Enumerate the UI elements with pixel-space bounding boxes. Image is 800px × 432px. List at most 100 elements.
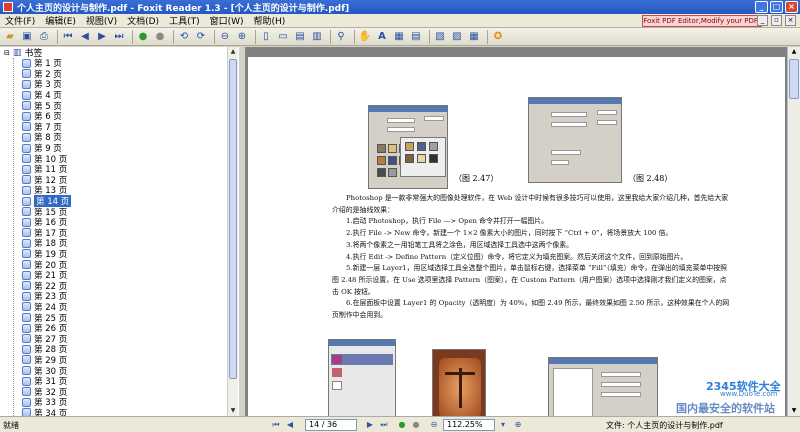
collapse-icon[interactable]: ⊟ [4, 49, 10, 57]
page-bookmark-icon [22, 111, 31, 121]
help-icon[interactable]: ✪ [491, 30, 505, 44]
document-scrollbar[interactable]: ▲ ▼ [787, 47, 800, 416]
continuous-icon[interactable]: ▥ [310, 30, 324, 44]
page-bookmark-icon [22, 58, 31, 68]
title-bar: 个人主页的设计与制作.pdf - Foxit Reader 1.3 - [个人主… [0, 0, 800, 14]
rotate-left-icon[interactable]: ⟲ [177, 30, 191, 44]
status-zoom-in-icon[interactable]: ⊕ [512, 419, 524, 431]
actual-size-icon[interactable]: ▯ [259, 30, 273, 44]
status-bar: 就绪 ⏮ ◀ 14 / 36 ▶ ⏭ ● ● ⊖ 112.25% ▾ ⊕ 文件:… [0, 416, 800, 432]
find-icon[interactable]: ⚲ [334, 30, 348, 44]
page-bookmark-icon [22, 154, 31, 164]
bookmark-panel: ⊟ ▥ 书签 第 1 页第 2 页第 3 页第 4 页第 5 页第 6 页第 7… [0, 47, 238, 416]
doc-paragraph: 1.启动 Photoshop，执行 File —> Open 命令并打开一幅图片… [346, 217, 549, 226]
menu-help[interactable]: 帮助(H) [249, 14, 291, 27]
status-forward-icon[interactable]: ● [410, 419, 422, 431]
pattern-result-image [432, 349, 486, 416]
doc-paragraph: 4.执行 Edit -> Define Pattern（定义位图）命令，将它定义… [346, 252, 688, 261]
page-number-field[interactable]: 14 / 36 [305, 419, 357, 431]
last-page-icon[interactable]: ⏭ [112, 30, 126, 44]
doc-scroll-up-icon[interactable]: ▲ [789, 47, 799, 57]
bookmark-list: 第 1 页第 2 页第 3 页第 4 页第 5 页第 6 页第 7 页第 8 页… [0, 58, 237, 416]
doc-paragraph: Photoshop 是一款非常强大的图像处理软件，在 Web 设计中时候有很多技… [332, 194, 729, 214]
page-bookmark-icon [22, 249, 31, 259]
status-first-page-icon[interactable]: ⏮ [270, 419, 282, 431]
doc-minimize-button[interactable]: _ [757, 15, 768, 26]
status-text: 就绪 [3, 421, 19, 430]
rotate-right-icon[interactable]: ⟳ [194, 30, 208, 44]
menu-document[interactable]: 文档(D) [122, 14, 164, 27]
doc-close-button[interactable]: × [785, 15, 796, 26]
doc-paragraph: 5.新建一层 Layer1，用区域选择工具全选整个图片，单击鼠标右键，选择菜单 … [332, 264, 728, 296]
page-bookmark-icon [22, 408, 31, 416]
sidebar-scroll-thumb[interactable] [229, 59, 237, 379]
doc-restore-button[interactable]: ▫ [771, 15, 782, 26]
status-back-icon[interactable]: ● [396, 419, 408, 431]
page-bookmark-icon [22, 366, 31, 376]
prev-page-icon[interactable]: ◀ [78, 30, 92, 44]
layers-panel-image [328, 339, 396, 416]
zoom-field[interactable]: 112.25% [443, 419, 495, 431]
status-zoom-out-icon[interactable]: ⊖ [428, 419, 440, 431]
page-bookmark-icon [22, 196, 31, 206]
page-bookmark-icon [22, 302, 31, 312]
page-bookmark-icon [22, 143, 31, 153]
doc-paragraph: 6.在层面板中设置 Layer1 的 Opacity（透明度）为 40%，如图 … [332, 299, 730, 320]
doc-scroll-down-icon[interactable]: ▼ [789, 406, 799, 416]
snapshot-icon[interactable]: ▦ [392, 30, 406, 44]
text-select-icon[interactable]: A [375, 30, 389, 44]
status-prev-page-icon[interactable]: ◀ [284, 419, 296, 431]
page-bookmark-icon [22, 185, 31, 195]
fit-page-icon[interactable]: ▭ [276, 30, 290, 44]
menu-tools[interactable]: 工具(T) [164, 14, 205, 27]
go-back-icon[interactable]: ● [136, 30, 150, 44]
figure-2-47-caption: （图 2.47） [454, 174, 499, 183]
app-icon [3, 2, 13, 12]
panel-splitter[interactable] [238, 47, 246, 416]
page-bookmark-icon [22, 291, 31, 301]
book-icon: ▥ [12, 47, 22, 58]
menu-window[interactable]: 窗口(W) [205, 14, 249, 27]
menu-view[interactable]: 视图(V) [81, 14, 122, 27]
layout-icon[interactable]: ▦ [467, 30, 481, 44]
go-forward-icon[interactable]: ● [153, 30, 167, 44]
pdf-page: （图 2.47） （图 2.48） Photoshop 是一款非常强大的图像处理… [248, 57, 785, 416]
document-scroll-thumb[interactable] [789, 59, 799, 99]
page-bookmark-icon [22, 122, 31, 132]
page-bookmark-icon [22, 101, 31, 111]
bookmark-label: 第 34 页 [34, 408, 68, 416]
promo-banner[interactable]: Foxit PDF Editor,Modify your PDF! [642, 15, 762, 27]
fit-width-icon[interactable]: ▤ [293, 30, 307, 44]
thumbnail-panel-icon[interactable]: ▨ [450, 30, 464, 44]
zoom-out-icon[interactable]: ⊖ [218, 30, 232, 44]
menu-file[interactable]: 文件(F) [0, 14, 40, 27]
page-bookmark-icon [22, 313, 31, 323]
text-viewer-icon[interactable]: ▤ [409, 30, 423, 44]
minimize-button[interactable]: _ [755, 1, 768, 13]
status-last-page-icon[interactable]: ⏭ [378, 419, 390, 431]
print-icon[interactable]: ⎙ [37, 30, 51, 44]
scroll-down-icon[interactable]: ▼ [228, 406, 238, 416]
close-button[interactable]: × [785, 1, 798, 13]
status-next-page-icon[interactable]: ▶ [364, 419, 376, 431]
page-bookmark-icon [22, 207, 31, 217]
zoom-in-icon[interactable]: ⊕ [235, 30, 249, 44]
maximize-button[interactable]: □ [770, 1, 783, 13]
save-icon[interactable]: ▣ [20, 30, 34, 44]
page-bookmark-icon [22, 69, 31, 79]
page-bookmark-icon [22, 387, 31, 397]
open-icon[interactable]: ▰ [3, 30, 17, 44]
document-view: （图 2.47） （图 2.48） Photoshop 是一款非常强大的图像处理… [246, 47, 787, 416]
menu-edit[interactable]: 编辑(E) [40, 14, 81, 27]
scroll-up-icon[interactable]: ▲ [228, 47, 238, 57]
next-page-icon[interactable]: ▶ [95, 30, 109, 44]
first-page-icon[interactable]: ⏮ [61, 30, 75, 44]
zoom-dropdown-icon[interactable]: ▾ [497, 419, 509, 431]
page-bookmark-icon [22, 270, 31, 280]
sidebar-scrollbar[interactable]: ▲ ▼ [227, 47, 238, 416]
bookmark-item[interactable]: 第 34 页 [0, 408, 237, 416]
hand-tool-icon[interactable]: ✋ [358, 30, 372, 44]
status-filename: 文件: 个人主页的设计与制作.pdf [606, 421, 723, 430]
bookmark-panel-icon[interactable]: ▧ [433, 30, 447, 44]
page-bookmark-icon [22, 217, 31, 227]
